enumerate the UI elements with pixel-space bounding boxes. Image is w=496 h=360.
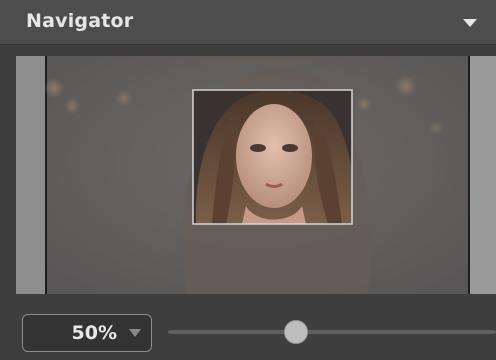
panel-header[interactable]: Navigator xyxy=(0,0,496,45)
zoom-dropdown[interactable]: 50% xyxy=(22,314,152,352)
zoom-slider-thumb[interactable] xyxy=(284,320,308,344)
preview-right-edge xyxy=(470,56,496,294)
preview-left-edge xyxy=(16,56,45,294)
viewport-content xyxy=(193,90,352,224)
triangle-down-icon xyxy=(463,19,477,27)
panel-title: Navigator xyxy=(26,10,134,32)
preview-image xyxy=(16,56,496,294)
zoom-value: 50% xyxy=(71,322,117,344)
chevron-down-icon xyxy=(129,329,141,337)
collapse-button[interactable] xyxy=(458,14,482,32)
navigator-panel: Navigator 50% xyxy=(0,0,496,360)
zoom-slider-track[interactable] xyxy=(168,330,496,334)
navigator-preview[interactable] xyxy=(16,56,496,294)
